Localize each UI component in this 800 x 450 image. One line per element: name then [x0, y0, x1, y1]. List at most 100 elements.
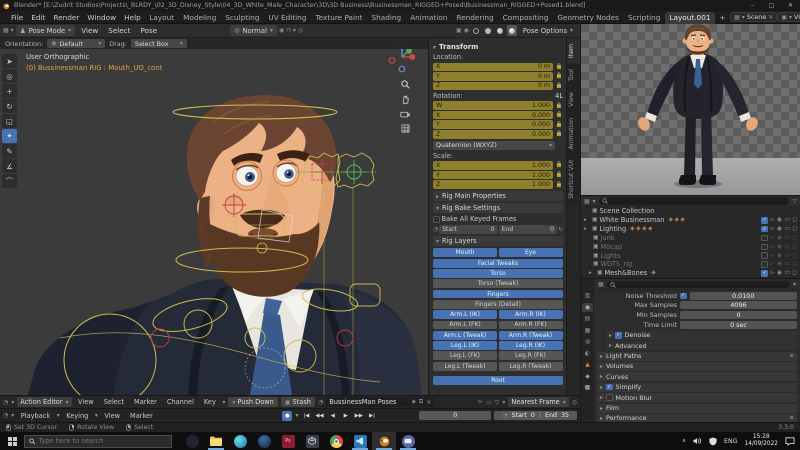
denoise-checkbox[interactable]: ✓	[615, 332, 622, 339]
workspace-tab-animation[interactable]: Animation	[406, 13, 452, 22]
transform-orientation-dropdown[interactable]: ◍ Normal ▾	[230, 25, 277, 36]
tool-transform[interactable]: ⌖	[2, 129, 17, 143]
panel-menu-icon[interactable]: ≡	[789, 415, 794, 421]
data-properties-tab[interactable]: ■	[582, 383, 593, 392]
lock-icon[interactable]: 🔒	[555, 172, 563, 178]
scale-x-field[interactable]: X1.000	[433, 161, 553, 170]
refresh-icon[interactable]: ↻	[558, 226, 563, 233]
workspace-tab-layout[interactable]: Layout	[145, 13, 179, 22]
taskbar-app-obs[interactable]	[180, 432, 204, 450]
workspace-tab-modeling[interactable]: Modeling	[179, 13, 221, 22]
workspace-tab-scripting[interactable]: Scripting	[623, 13, 664, 22]
next-keyframe-button[interactable]: ▶▶	[354, 411, 364, 421]
render-disable-icon[interactable]: ◻	[792, 217, 797, 223]
workspace-tab-compositing[interactable]: Compositing	[498, 13, 553, 22]
taskbar-app-chrome[interactable]	[324, 432, 348, 450]
rig-layer-torso[interactable]: Torso	[433, 269, 563, 278]
lock-icon[interactable]: 🔒	[555, 103, 563, 109]
sidebar-tab-item[interactable]: Item	[567, 39, 580, 63]
scale-z-field[interactable]: Z1.000	[433, 180, 553, 189]
expand-icon[interactable]: ▸	[589, 270, 595, 276]
viewport-disable-icon[interactable]: ▭	[785, 226, 790, 232]
max-samples-field[interactable]: 4096	[680, 301, 797, 309]
expand-icon[interactable]: ▸	[584, 217, 590, 223]
bake-all-keyed-checkbox[interactable]	[433, 216, 440, 223]
rotation-mode-badge[interactable]: 4L	[555, 92, 563, 100]
drag-setting-dropdown[interactable]: Select Box ▾	[131, 39, 187, 48]
outliner-row-junk[interactable]: ▣ Junk ▻◉▭◻	[581, 234, 800, 243]
hide-icon[interactable]: ◉	[777, 244, 782, 250]
action-editor-mode-dropdown[interactable]: Action Editor ▾	[17, 397, 71, 407]
lock-icon[interactable]: 🔒	[555, 122, 563, 128]
viewport-disable-icon[interactable]: ▭	[785, 217, 790, 223]
exclude-checkbox[interactable]: ✓	[761, 270, 768, 277]
taskbar-app-edge[interactable]	[228, 432, 252, 450]
pan-hand-icon[interactable]	[401, 95, 410, 104]
lock-icon[interactable]: 🔒	[555, 64, 563, 70]
output-properties-tab[interactable]: ▤	[582, 314, 593, 323]
editor-type-icon[interactable]: ◔	[3, 399, 8, 406]
proportional-icon[interactable]: ◎	[572, 399, 577, 406]
auto-keying-button[interactable]: ●	[282, 411, 292, 421]
motion-blur-panel-header[interactable]: ▸ Motion Blur	[597, 393, 797, 402]
exclude-checkbox[interactable]	[761, 235, 768, 242]
sidebar-tab-animation[interactable]: Animation	[567, 113, 580, 155]
hide-icon[interactable]: ◉	[777, 226, 782, 232]
dopesheet-menu-key[interactable]: Key	[200, 398, 219, 406]
timeline-menu-marker[interactable]: Marker	[127, 412, 157, 420]
taskbar-app-steam[interactable]	[252, 432, 276, 450]
lock-icon[interactable]: 🔒	[555, 182, 563, 188]
outliner-row-wgts-rig[interactable]: ▣ WGTS_rig ▻◉▭◻	[581, 260, 800, 269]
minimize-button[interactable]: –	[745, 0, 760, 11]
shading-wireframe-icon[interactable]	[471, 25, 481, 36]
properties-search[interactable]	[607, 281, 790, 289]
language-indicator[interactable]: ENG	[724, 438, 738, 445]
noise-threshold-checkbox[interactable]: ✓	[680, 293, 687, 300]
volume-icon[interactable]	[693, 437, 702, 445]
play-reverse-button[interactable]: ◀	[328, 411, 338, 421]
previous-keyframe-button[interactable]: ◀◀	[314, 411, 324, 421]
film-panel-header[interactable]: ▸ Film	[597, 404, 797, 413]
frame-range-fields[interactable]: ◔ Start 0 | End 35	[494, 411, 577, 421]
shading-solid-icon[interactable]	[483, 25, 493, 36]
tool-select-box[interactable]: ➤	[2, 54, 17, 68]
exclude-checkbox[interactable]	[761, 252, 768, 259]
menu-edit[interactable]: Edit	[27, 13, 49, 22]
show-gizmo-icon[interactable]: ▣	[456, 27, 462, 34]
tool-rotate[interactable]: ↻	[2, 99, 17, 113]
notification-center-icon[interactable]	[785, 437, 795, 446]
pose-options-dropdown[interactable]: Pose Options ▾	[519, 25, 577, 36]
rig-layer-arm-l-ik[interactable]: Arm.L (IK)	[433, 310, 497, 319]
jump-to-end-button[interactable]: ▶|	[367, 411, 377, 421]
start-button[interactable]	[0, 432, 24, 450]
stash-button[interactable]: ▣ Stash	[281, 397, 315, 407]
selectable-icon[interactable]: ▻	[770, 226, 774, 232]
render-disable-icon[interactable]: ◻	[792, 235, 797, 241]
render-disable-icon[interactable]: ◻	[792, 270, 797, 276]
location-y-field[interactable]: Y0 m	[433, 72, 553, 81]
render-disable-icon[interactable]: ◻	[792, 261, 797, 267]
taskbar-app-discord[interactable]	[396, 432, 420, 450]
denoise-panel-header[interactable]: ▸ ✓ Denoise	[606, 331, 797, 340]
rig-layer-root[interactable]: Root	[433, 376, 563, 385]
mode-dropdown[interactable]: ♟ Pose Mode ▾	[16, 25, 76, 36]
viewlayer-properties-tab[interactable]: ▦	[582, 326, 593, 335]
tool-measure[interactable]: ∡	[2, 159, 17, 173]
hidden-filter-icon[interactable]: ▭	[486, 399, 492, 406]
outliner-row-mesh-bones[interactable]: ▸ ▣ Mesh&Bones ◈ ✓▻◉▭◻	[581, 269, 800, 278]
tool-move[interactable]: +	[2, 84, 17, 98]
rig-layer-arm-l-fk[interactable]: Arm.L (FK)	[433, 321, 497, 330]
lock-icon[interactable]: 🔒	[555, 162, 563, 168]
viewport-menu-pose[interactable]: Pose	[136, 26, 161, 35]
viewport-disable-icon[interactable]: ▭	[785, 235, 790, 241]
object-properties-tab[interactable]: ▲	[582, 360, 593, 369]
pivot-point-icon[interactable]: ◉	[279, 27, 284, 34]
selectable-icon[interactable]: ▻	[770, 244, 774, 250]
outliner-row-lighting[interactable]: ▸ ▣ Lighting ◈◈◈◈ ✓▻◉▭◻	[581, 225, 800, 234]
rig-layer-arm-r-tweak[interactable]: Arm.R (Tweak)	[499, 331, 563, 340]
render-disable-icon[interactable]: ◻	[792, 253, 797, 259]
outliner-row-scene-collection[interactable]: ▣ Scene Collection	[581, 207, 800, 216]
taskbar-app-file-explorer[interactable]	[204, 432, 228, 450]
min-samples-field[interactable]: 0	[680, 311, 797, 319]
workspace-tab-uv-editing[interactable]: UV Editing	[264, 13, 311, 22]
